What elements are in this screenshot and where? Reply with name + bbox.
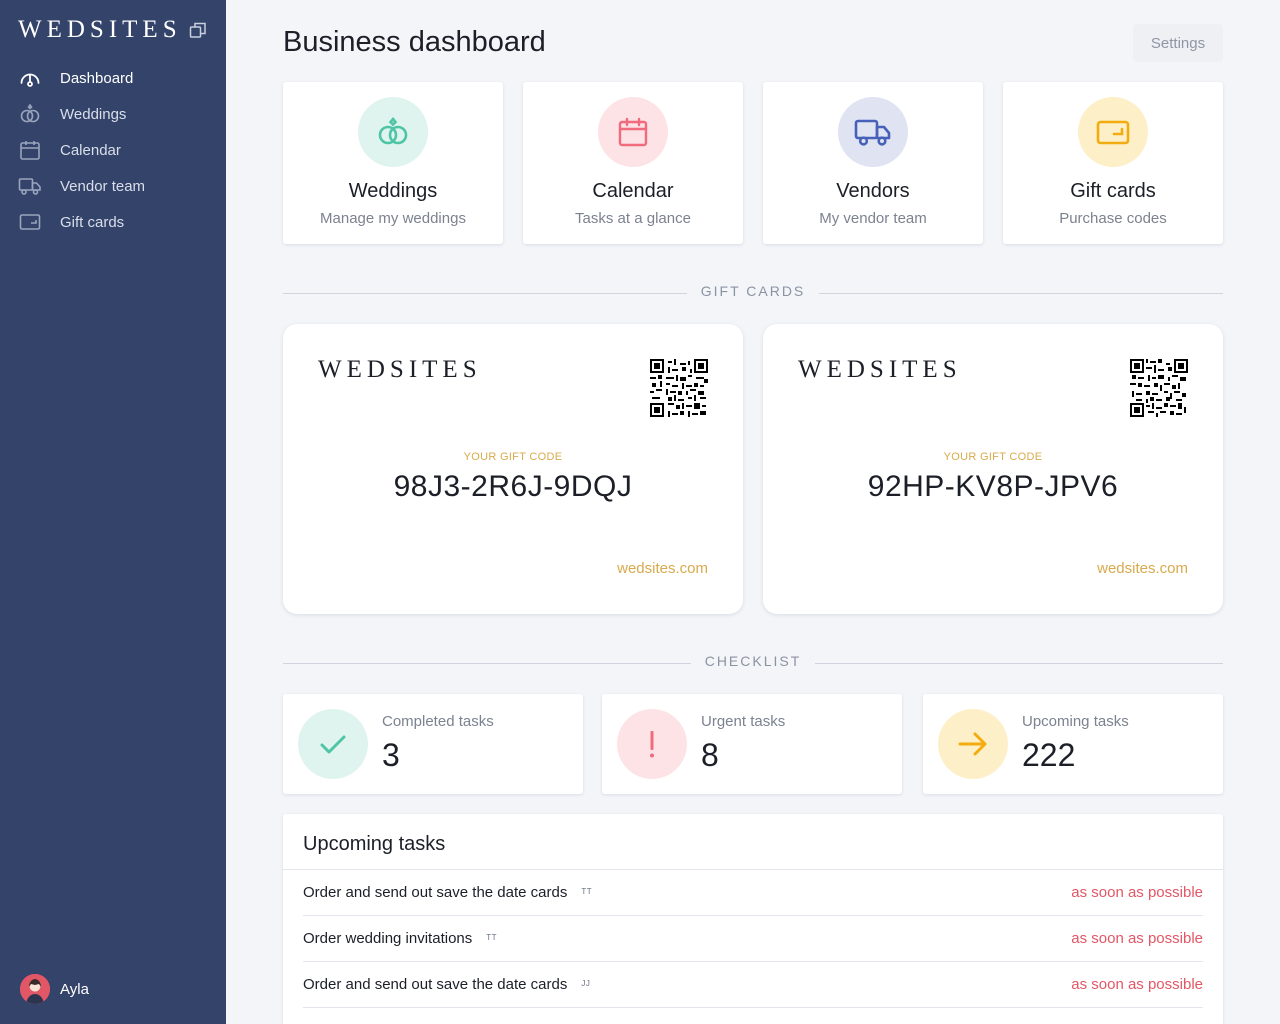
task-due: as soon as possible: [1071, 884, 1203, 901]
tile-vendors[interactable]: Vendors My vendor team: [763, 82, 983, 244]
dashboard-gauge-icon: [18, 66, 42, 90]
gift-code-label: YOUR GIFT CODE: [463, 451, 563, 463]
arrow-right-icon: [938, 709, 1008, 779]
gift-code-value[interactable]: 92HP-KV8P-JPV6: [763, 470, 1223, 504]
task-name: Order and send out save the date cards: [303, 976, 568, 993]
sidebar-item-gift-cards[interactable]: Gift cards: [0, 204, 226, 240]
tile-title: Weddings: [348, 180, 438, 202]
stat-value: 3: [382, 737, 400, 773]
panel-title: Upcoming tasks: [303, 833, 446, 855]
assignee-tag: TT: [486, 933, 498, 942]
gift-card[interactable]: WEDSITES: [763, 324, 1223, 614]
sidebar-item-dashboard[interactable]: Dashboard: [0, 60, 226, 96]
avatar: [20, 974, 50, 1004]
truck-icon: [838, 97, 908, 167]
assignee-tag: JJ: [581, 979, 591, 988]
task-row[interactable]: Order and send out save the date cards JJ…: [303, 962, 1203, 1008]
stat-label: Urgent tasks: [701, 713, 786, 730]
user-menu[interactable]: Ayla: [20, 974, 89, 1004]
qr-code-icon: [1130, 359, 1188, 417]
brand-logo[interactable]: WEDSITES: [18, 16, 182, 44]
section-title: GIFT CARDS: [686, 283, 820, 299]
quick-tiles: Weddings Manage my weddings Calendar Tas…: [283, 82, 1223, 244]
tile-subtitle: Tasks at a glance: [575, 210, 691, 227]
gift-card-site: wedsites.com: [1097, 560, 1188, 577]
tile-weddings[interactable]: Weddings Manage my weddings: [283, 82, 503, 244]
rings-icon: [358, 97, 428, 167]
qr-code-icon: [650, 359, 708, 417]
stat-label: Completed tasks: [382, 713, 494, 730]
sidebar-header: WEDSITES: [18, 16, 208, 44]
tile-subtitle: Purchase codes: [1059, 210, 1167, 227]
task-due: as soon as possible: [1071, 976, 1203, 993]
tile-calendar[interactable]: Calendar Tasks at a glance: [523, 82, 743, 244]
sidebar-item-label: Dashboard: [60, 69, 134, 87]
exclamation-icon: [617, 709, 687, 779]
sidebar-item-label: Weddings: [60, 105, 127, 123]
gift-card-brand: WEDSITES: [318, 356, 482, 383]
truck-icon: [18, 174, 42, 198]
gift-card[interactable]: WEDSITES: [283, 324, 743, 614]
calendar-icon: [598, 97, 668, 167]
gift-card-brand: WEDSITES: [798, 356, 962, 383]
tile-gift-cards[interactable]: Gift cards Purchase codes: [1003, 82, 1223, 244]
calendar-icon: [18, 138, 42, 162]
sidebar-item-label: Gift cards: [60, 213, 125, 231]
stat-value: 222: [1022, 737, 1076, 773]
window-toggle-icon[interactable]: [188, 20, 208, 40]
page-title: Business dashboard: [283, 26, 546, 58]
stat-label: Upcoming tasks: [1022, 713, 1129, 730]
tile-title: Gift cards: [1070, 180, 1156, 202]
section-title: CHECKLIST: [690, 653, 816, 669]
gift-card-icon: [18, 210, 42, 234]
sidebar-item-label: Calendar: [60, 141, 121, 159]
upcoming-tasks-panel: Upcoming tasks Order and send out save t…: [283, 814, 1223, 1024]
tile-subtitle: Manage my weddings: [320, 210, 466, 227]
gift-code-label: YOUR GIFT CODE: [943, 451, 1043, 463]
check-icon: [298, 709, 368, 779]
task-row[interactable]: Order wedding invitations TT as soon as p…: [303, 916, 1203, 962]
rings-icon: [18, 102, 42, 126]
tile-title: Vendors: [836, 180, 910, 202]
tile-title: Calendar: [592, 180, 674, 202]
user-name: Ayla: [60, 980, 89, 998]
sidebar-item-weddings[interactable]: Weddings: [0, 96, 226, 132]
stat-urgent-tasks[interactable]: Urgent tasks 8: [602, 694, 902, 794]
task-name: Order wedding invitations: [303, 930, 473, 947]
stat-value: 8: [701, 737, 719, 773]
sidebar: WEDSITES Dashboard Weddings Calendar Ven…: [0, 0, 226, 1024]
settings-button[interactable]: Settings: [1133, 24, 1223, 62]
gift-card-icon: [1078, 97, 1148, 167]
sidebar-item-vendor-team[interactable]: Vendor team: [0, 168, 226, 204]
gift-cards-section-heading: GIFT CARDS: [283, 283, 1223, 303]
sidebar-nav: Dashboard Weddings Calendar Vendor team …: [0, 60, 226, 240]
checklist-section-heading: CHECKLIST: [283, 653, 1223, 673]
gift-code-value[interactable]: 98J3-2R6J-9DQJ: [283, 470, 743, 504]
tile-subtitle: My vendor team: [819, 210, 927, 227]
stat-upcoming-tasks[interactable]: Upcoming tasks 222: [923, 694, 1223, 794]
sidebar-item-calendar[interactable]: Calendar: [0, 132, 226, 168]
stat-completed-tasks[interactable]: Completed tasks 3: [283, 694, 583, 794]
task-row[interactable]: Order and send out save the date cards TT…: [303, 870, 1203, 916]
task-name: Order and send out save the date cards: [303, 884, 568, 901]
gift-card-site: wedsites.com: [617, 560, 708, 577]
task-due: as soon as possible: [1071, 930, 1203, 947]
assignee-tag: TT: [581, 887, 593, 896]
sidebar-item-label: Vendor team: [60, 177, 146, 195]
